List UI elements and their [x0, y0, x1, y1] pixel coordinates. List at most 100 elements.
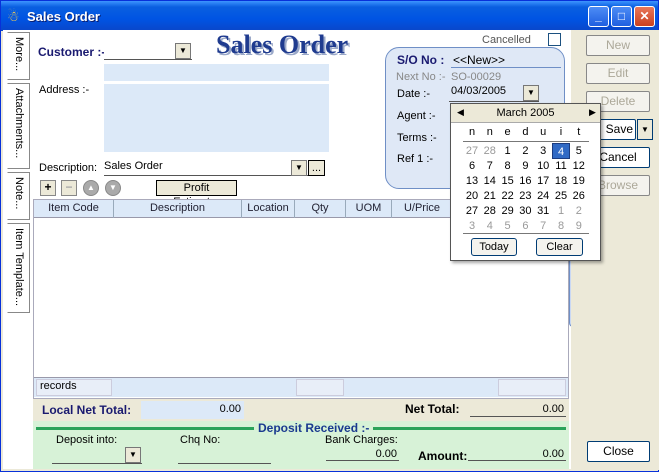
- calendar-day[interactable]: 29: [499, 203, 517, 219]
- calendar-day[interactable]: 27: [463, 203, 481, 219]
- calendar-day[interactable]: 6: [516, 218, 534, 234]
- calendar-day[interactable]: 7: [481, 158, 499, 174]
- grid-footer: records: [34, 377, 568, 397]
- calendar-day[interactable]: 23: [516, 188, 534, 204]
- app-icon: ☃: [7, 8, 20, 24]
- calendar-day[interactable]: 1: [499, 143, 517, 159]
- customer-dropdown-button[interactable]: ▼: [175, 43, 191, 59]
- calendar-day[interactable]: 17: [534, 173, 552, 189]
- address-line-1[interactable]: [104, 64, 329, 81]
- chevron-down-icon: ▼: [527, 88, 535, 97]
- remove-row-button[interactable]: −: [61, 180, 77, 196]
- date-label: Date :-: [397, 88, 431, 100]
- calendar-day[interactable]: 22: [499, 188, 517, 204]
- close-button[interactable]: Close: [587, 441, 650, 462]
- minimize-button[interactable]: _: [588, 6, 609, 27]
- calendar-day[interactable]: 8: [552, 218, 570, 234]
- date-dropdown-button[interactable]: ▼: [523, 85, 539, 101]
- calendar-day[interactable]: 13: [463, 173, 481, 189]
- tab-note[interactable]: Note...: [7, 172, 30, 220]
- calendar-day[interactable]: 16: [516, 173, 534, 189]
- footer-qty-cell: [296, 379, 344, 396]
- add-row-button[interactable]: +: [40, 180, 56, 196]
- tab-attachments[interactable]: Attachments...: [7, 83, 30, 169]
- col-description[interactable]: Description: [114, 202, 241, 214]
- deposit-into-dropdown-button[interactable]: ▼: [125, 447, 141, 463]
- amount-value[interactable]: 0.00: [468, 448, 566, 461]
- cancelled-checkbox[interactable]: [548, 33, 561, 46]
- clear-button[interactable]: Clear: [536, 238, 583, 256]
- col-unit-price[interactable]: U/Price: [392, 202, 452, 214]
- calendar-day[interactable]: 4: [481, 218, 499, 234]
- col-item-code[interactable]: Item Code: [34, 202, 113, 214]
- tab-item-template[interactable]: Item Template...: [7, 223, 30, 313]
- arrow-up-icon: ▲: [87, 183, 95, 192]
- calendar-day[interactable]: 11: [552, 158, 570, 174]
- move-down-button[interactable]: ▼: [105, 180, 121, 196]
- maximize-button[interactable]: □: [611, 6, 632, 27]
- bank-charges-value[interactable]: 0.00: [326, 448, 399, 461]
- calendar-day[interactable]: 25: [552, 188, 570, 204]
- calendar-day[interactable]: 30: [516, 203, 534, 219]
- col-qty[interactable]: Qty: [295, 202, 345, 214]
- calendar-day[interactable]: 5: [570, 143, 588, 159]
- calendar-day[interactable]: 5: [499, 218, 517, 234]
- calendar-day[interactable]: 15: [499, 173, 517, 189]
- prev-month-button[interactable]: ◀: [457, 107, 464, 118]
- chevron-down-icon: ▼: [641, 125, 649, 134]
- calendar-day[interactable]: 26: [570, 188, 588, 204]
- description-more-button[interactable]: ...: [308, 160, 325, 176]
- calendar-day[interactable]: 2: [570, 203, 588, 219]
- footer-divider: [463, 233, 589, 234]
- calendar-day[interactable]: 8: [499, 158, 517, 174]
- next-month-button[interactable]: ▶: [589, 107, 596, 118]
- footer-amount-cell: [498, 379, 566, 396]
- calendar-day[interactable]: 10: [534, 158, 552, 174]
- calendar-day[interactable]: 12: [570, 158, 588, 174]
- calendar-day[interactable]: 3: [534, 143, 552, 159]
- customer-combo[interactable]: ▼: [104, 43, 192, 60]
- bank-charges-label: Bank Charges:: [325, 434, 398, 446]
- deposit-into-combo[interactable]: ▼: [52, 447, 142, 464]
- local-net-total-label: Local Net Total:: [42, 403, 132, 417]
- amount-label: Amount:: [418, 449, 468, 463]
- net-total-value: 0.00: [470, 402, 566, 417]
- calendar-day[interactable]: 14: [481, 173, 499, 189]
- profit-estimator-button[interactable]: Profit Estimator: [156, 180, 237, 208]
- calendar-day[interactable]: 7: [534, 218, 552, 234]
- so-no-label: S/O No :: [397, 53, 445, 67]
- calendar-day[interactable]: 19: [570, 173, 588, 189]
- page-title: Sales Order: [216, 30, 349, 59]
- edit-button[interactable]: Edit: [586, 63, 650, 84]
- calendar-day[interactable]: 31: [534, 203, 552, 219]
- calendar-day[interactable]: 9: [570, 218, 588, 234]
- description-combo[interactable]: Sales Order ▼: [104, 160, 308, 176]
- calendar-day[interactable]: 20: [463, 188, 481, 204]
- description-dropdown-button[interactable]: ▼: [291, 160, 307, 176]
- calendar-day[interactable]: 1: [552, 203, 570, 219]
- new-button[interactable]: New: [586, 35, 650, 56]
- calendar-day[interactable]: 24: [534, 188, 552, 204]
- calendar-day[interactable]: 28: [481, 203, 499, 219]
- chq-no-field[interactable]: [178, 448, 271, 464]
- date-field[interactable]: 04/03/2005 ▼: [449, 85, 539, 102]
- close-window-button[interactable]: ✕: [634, 6, 655, 27]
- calendar-day[interactable]: 28: [481, 143, 499, 159]
- title-bar[interactable]: ☃ Sales Order _ □ ✕: [1, 1, 658, 31]
- tab-more[interactable]: More...: [7, 32, 30, 80]
- calendar-day[interactable]: 9: [516, 158, 534, 174]
- move-up-button[interactable]: ▲: [83, 180, 99, 196]
- col-uom[interactable]: UOM: [346, 202, 391, 214]
- calendar-day[interactable]: 21: [481, 188, 499, 204]
- calendar-day[interactable]: 4: [552, 143, 570, 159]
- col-location[interactable]: Location: [242, 202, 294, 214]
- records-label: records: [36, 379, 112, 396]
- calendar-day[interactable]: 2: [516, 143, 534, 159]
- today-button[interactable]: Today: [471, 238, 517, 256]
- calendar-day[interactable]: 3: [463, 218, 481, 234]
- calendar-day[interactable]: 27: [463, 143, 481, 159]
- calendar-day[interactable]: 6: [463, 158, 481, 174]
- address-field[interactable]: [104, 84, 329, 152]
- save-options-button[interactable]: ▼: [637, 119, 653, 140]
- calendar-day[interactable]: 18: [552, 173, 570, 189]
